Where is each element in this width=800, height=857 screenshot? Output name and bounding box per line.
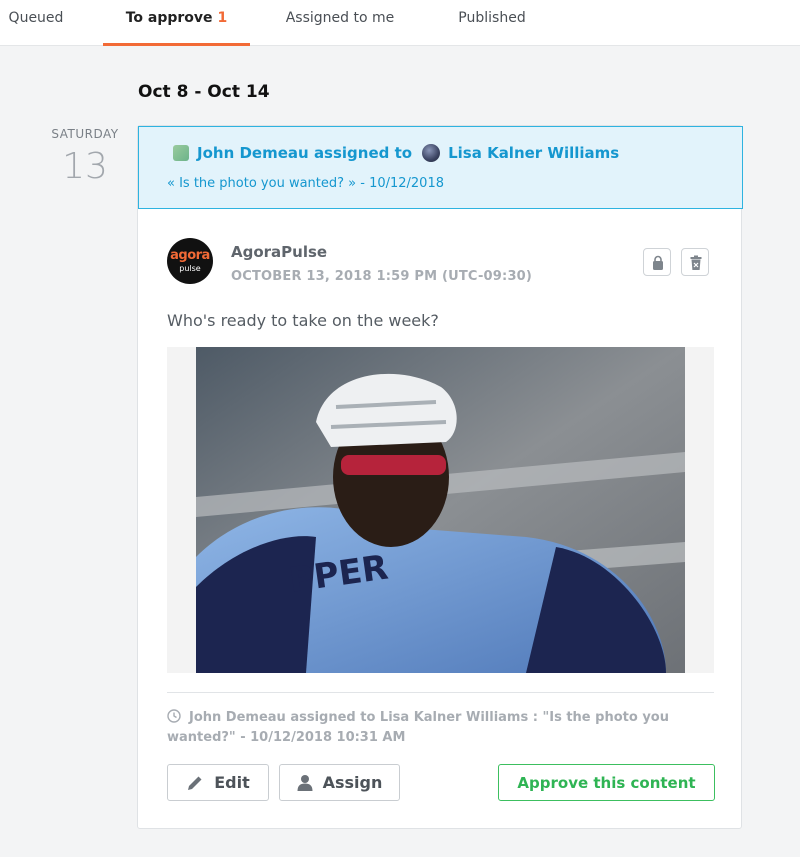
pencil-icon: [188, 776, 202, 790]
assignee-avatar: [422, 144, 441, 162]
tab-to-approve[interactable]: To approve 1: [103, 0, 250, 46]
week-range-heading: Oct 8 - Oct 14: [138, 82, 270, 102]
activity-log: John Demeau assigned to Lisa Kalner Will…: [167, 708, 687, 748]
divider: [167, 692, 714, 693]
delete-button[interactable]: [681, 248, 709, 276]
day-number: 13: [62, 146, 108, 187]
activity-log-text: John Demeau assigned to Lisa Kalner Will…: [167, 710, 669, 745]
edit-button[interactable]: Edit: [167, 764, 269, 801]
lock-icon: [653, 255, 663, 270]
post-card: John Demeau assigned to Lisa Kalner Will…: [137, 125, 743, 829]
assignment-banner: John Demeau assigned to Lisa Kalner Will…: [138, 126, 743, 209]
assign-button[interactable]: Assign: [279, 764, 400, 801]
assigner-avatar: [173, 145, 189, 161]
approve-button[interactable]: Approve this content: [498, 764, 715, 801]
clock-icon: [167, 709, 181, 723]
assignment-line: John Demeau assigned to Lisa Kalner Will…: [173, 144, 619, 162]
tab-bar: Queued To approve 1 Assigned to me Publis…: [0, 0, 800, 46]
account-name: AgoraPulse: [231, 243, 328, 261]
tab-assigned-to-me[interactable]: Assigned to me: [272, 0, 408, 46]
approve-label: Approve this content: [517, 773, 696, 792]
tab-count-badge: 1: [217, 10, 228, 26]
assign-label: Assign: [322, 773, 383, 792]
lock-button[interactable]: [643, 248, 671, 276]
post-text: Who's ready to take on the week?: [167, 311, 439, 330]
avatar-sub-text: pulse: [179, 264, 201, 273]
account-avatar: agora pulse: [167, 238, 213, 284]
user-icon: [297, 775, 313, 791]
day-name: SATURDAY: [51, 127, 119, 141]
assignment-note: « Is the photo you wanted? » - 10/12/201…: [167, 176, 444, 191]
cyclist-photo: PPER: [196, 347, 685, 673]
edit-label: Edit: [214, 773, 250, 792]
assigner-name[interactable]: John Demeau: [197, 144, 309, 162]
tab-published[interactable]: Published: [432, 0, 552, 46]
assignee-name[interactable]: Lisa Kalner Williams: [448, 144, 619, 162]
trash-icon: [690, 255, 702, 270]
assigned-to-text: assigned to: [313, 144, 413, 162]
avatar-brand-text: agora: [170, 248, 210, 263]
tab-queued[interactable]: Queued: [0, 0, 72, 46]
post-image[interactable]: PPER: [167, 347, 714, 673]
post-date: OCTOBER 13, 2018 1:59 PM (UTC-09:30): [231, 269, 533, 284]
